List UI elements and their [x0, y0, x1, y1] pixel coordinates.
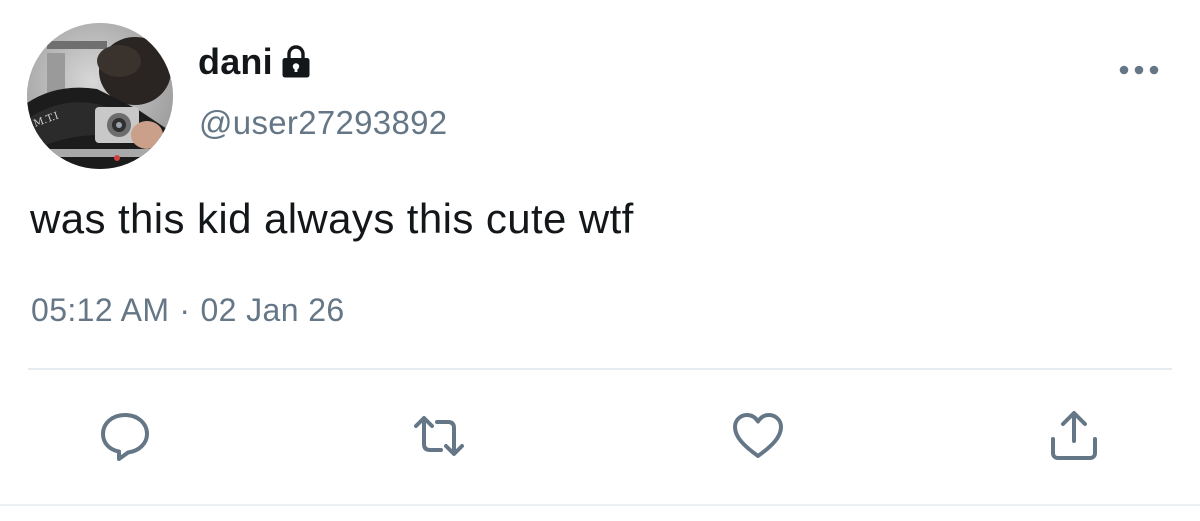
retweet-icon	[414, 416, 464, 456]
retweet-button[interactable]	[411, 408, 467, 464]
reply-button[interactable]	[97, 408, 153, 464]
user-handle[interactable]: @user27293892	[199, 104, 447, 142]
tweet-time: 05:12 AM	[31, 292, 170, 328]
divider	[28, 368, 1172, 370]
like-button[interactable]	[730, 408, 786, 464]
avatar-image: M.T.I	[27, 23, 173, 169]
author-row: dani	[198, 40, 311, 84]
action-bar	[0, 408, 1200, 464]
timestamp-separator: ·	[179, 292, 191, 328]
display-name[interactable]: dani	[198, 41, 273, 83]
bottom-border	[0, 504, 1200, 506]
more-icon[interactable]	[1118, 62, 1160, 78]
avatar[interactable]: M.T.I	[27, 23, 173, 169]
tweet-card: M.T.I dani @user27293892 was this kid al…	[0, 0, 1200, 521]
tweet-date: 02 Jan 26	[200, 292, 345, 328]
tweet-text: was this kid always this cute wtf	[30, 195, 634, 242]
lock-icon	[281, 45, 311, 79]
share-button[interactable]	[1046, 408, 1102, 464]
share-icon	[1051, 411, 1097, 460]
heart-icon	[733, 413, 783, 458]
tweet-timestamp[interactable]: 05:12 AM · 02 Jan 26	[31, 292, 345, 329]
reply-icon	[101, 413, 149, 461]
